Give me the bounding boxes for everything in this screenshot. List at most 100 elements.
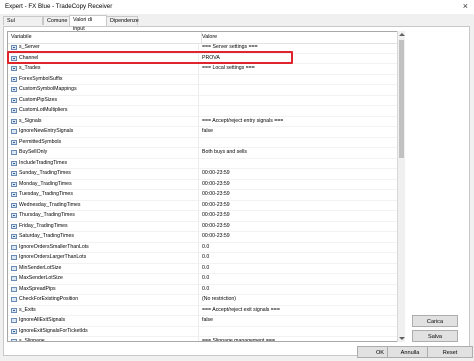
table-row[interactable]: Monday_TradingTimes 00:00-23:59 [8, 179, 404, 190]
close-icon[interactable]: × [463, 1, 468, 11]
row-value[interactable]: 00:00-23:59 [202, 222, 230, 232]
ab-icon [11, 139, 17, 145]
row-value[interactable]: 00:00-23:59 [202, 180, 230, 190]
row-value[interactable]: 00:00-23:59 [202, 190, 230, 200]
row-variable-name: IgnoreOrdersSmallerThanLots [19, 243, 89, 250]
table-row[interactable]: s_Exits === Accept/reject exit signals ==… [8, 305, 404, 316]
load-button[interactable]: Carica [412, 315, 458, 327]
row-variable-name: s_Slippage [19, 338, 45, 342]
ab-icon [11, 108, 17, 113]
row-value[interactable]: 00:00-23:59 [202, 232, 230, 242]
column-divider [198, 295, 199, 305]
ab-icon [11, 223, 17, 229]
column-divider [198, 169, 199, 179]
table-row[interactable]: Sunday_TradingTimes 00:00-23:59 [8, 169, 404, 180]
row-variable-name: Thursday_TradingTimes [19, 212, 75, 218]
row-value[interactable]: Both buys and sells [202, 148, 247, 158]
row-variable-name: CustomSymbolMappings [19, 86, 77, 92]
table-row[interactable]: s_Signals === Accept/reject entry signals… [8, 116, 404, 127]
table-row[interactable]: IncludeTradingTimes [8, 158, 404, 169]
ab-icon [11, 307, 17, 313]
column-divider [198, 106, 199, 116]
row-value[interactable]: === Accept/reject exit signals === [202, 306, 280, 316]
column-divider [198, 232, 199, 242]
table-row[interactable]: IgnoreAllExitSignals false [8, 316, 404, 327]
column-divider [198, 190, 199, 200]
reset-button[interactable]: Reset [427, 346, 473, 358]
column-header-value[interactable]: Valore [199, 32, 402, 43]
tab-dipendenze[interactable]: Dipendenze [106, 16, 139, 25]
column-header-variable[interactable]: Variabile [8, 32, 202, 43]
column-divider [198, 263, 199, 273]
table-row[interactable]: IgnoreOrdersLargerThanLots 0.0 [8, 253, 404, 264]
tab-sul-programma[interactable]: Sul programma [3, 16, 43, 33]
ab-icon [11, 234, 17, 239]
table-row[interactable]: PermittedSymbols [8, 137, 404, 148]
row-value[interactable]: === Slippage management === [202, 337, 275, 341]
column-divider [198, 148, 199, 158]
row-value[interactable]: === Local settings === [202, 64, 255, 74]
row-variable-name: ForexSymbolSuffix [19, 75, 63, 82]
table-row[interactable]: CustomLotMultipliers [8, 106, 404, 117]
row-variable-name: s_Signals [19, 117, 42, 124]
tab-valori-di-input[interactable]: Valori di input [69, 15, 107, 32]
table-row[interactable]: Tuesday_TradingTimes 00:00-23:59 [8, 190, 404, 201]
row-value[interactable]: 00:00-23:59 [202, 201, 230, 211]
ab-icon [11, 118, 17, 124]
table-row[interactable]: MinSenderLotSize 0.0 [8, 263, 404, 274]
table-row[interactable]: CheckForExistingPosition (No restriction) [8, 295, 404, 306]
row-variable-name: Friday_TradingTimes [19, 222, 68, 229]
table-row[interactable]: IgnoreOrdersSmallerThanLots 0.0 [8, 242, 404, 253]
row-variable-name: IgnoreExitSignalsForTicketIds [19, 327, 88, 334]
ab-icon [11, 66, 17, 71]
table-row[interactable]: MaxSpreadPips 0.0 [8, 284, 404, 295]
ab-icon [11, 181, 17, 187]
row-variable-name: IgnoreOrdersLargerThanLots [19, 254, 87, 260]
table-row[interactable]: IgnoreExitSignalsForTicketIds [8, 326, 404, 337]
row-value[interactable]: 0.0 [202, 264, 209, 274]
bool-icon [11, 129, 17, 134]
column-divider [198, 211, 199, 221]
row-value[interactable]: 0.0 [202, 274, 209, 284]
ab-icon [11, 171, 17, 176]
row-variable-name: MaxSenderLotSize [19, 275, 63, 281]
column-divider [198, 127, 199, 137]
table-row[interactable]: BuySellOnly Both buys and sells [8, 148, 404, 159]
row-value[interactable]: 0.0 [202, 253, 209, 263]
row-value[interactable]: 0.0 [202, 285, 209, 295]
table-row[interactable]: IgnoreNewEntrySignals false [8, 127, 404, 138]
num-icon [11, 255, 17, 260]
table-row[interactable]: Thursday_TradingTimes 00:00-23:59 [8, 211, 404, 222]
row-value[interactable]: === Accept/reject entry signals === [202, 117, 283, 127]
row-value[interactable]: 00:00-23:59 [202, 211, 230, 221]
column-divider [198, 116, 199, 126]
vertical-scrollbar[interactable] [397, 31, 405, 342]
table-row[interactable]: CustomSymbolMappings [8, 85, 404, 96]
column-divider [198, 74, 199, 84]
table-row[interactable]: MaxSenderLotSize 0.0 [8, 274, 404, 285]
row-value[interactable]: false [202, 316, 213, 326]
save-button[interactable]: Salva [412, 330, 458, 342]
row-value[interactable]: (No restriction) [202, 295, 236, 305]
table-row[interactable]: s_Slippage === Slippage management === [8, 337, 404, 342]
table-row[interactable]: Saturday_TradingTimes 00:00-23:59 [8, 232, 404, 243]
scroll-thumb[interactable] [399, 40, 404, 158]
table-row[interactable]: Wednesday_TradingTimes 00:00-23:59 [8, 200, 404, 211]
column-divider [198, 337, 199, 341]
row-value[interactable]: 00:00-23:59 [202, 169, 230, 179]
ab-icon [11, 87, 17, 92]
ab-icon [11, 76, 17, 82]
channel-row-highlight [7, 51, 293, 64]
scroll-up-icon[interactable] [399, 33, 405, 36]
table-row[interactable]: CustomPipSizes [8, 95, 404, 106]
row-value[interactable]: 0.0 [202, 243, 209, 253]
table-row[interactable]: s_Trades === Local settings === [8, 64, 404, 75]
ab-icon [11, 97, 17, 103]
tab-comune[interactable]: Comune [43, 16, 70, 25]
row-value[interactable]: false [202, 127, 213, 137]
row-variable-name: Wednesday_TradingTimes [19, 201, 81, 208]
scroll-down-icon[interactable] [399, 337, 405, 340]
ab-icon [11, 339, 17, 341]
table-row[interactable]: ForexSymbolSuffix [8, 74, 404, 85]
table-row[interactable]: Friday_TradingTimes 00:00-23:59 [8, 221, 404, 232]
